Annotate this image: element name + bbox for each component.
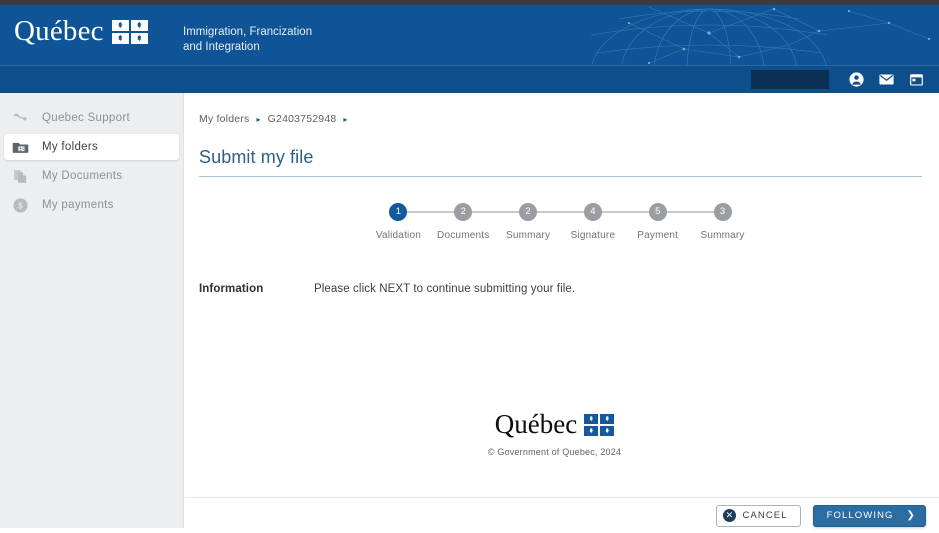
x-circle-icon: ✕ (723, 509, 737, 522)
cancel-button-label: CANCEL (742, 510, 788, 521)
information-row: Information Please click NEXT to continu… (199, 283, 939, 295)
top-navigation-bar (0, 65, 939, 93)
step-number: 5 (648, 203, 667, 221)
header-logo-text: Québec (14, 15, 104, 47)
step-number: 3 (713, 203, 732, 221)
stepper-step-documents[interactable]: 2 Documents (431, 203, 496, 241)
site-header: Québec Immigration, Francization and Int… (0, 5, 939, 65)
mail-icon[interactable] (871, 67, 901, 93)
sidebar-item-label: My payments (42, 199, 114, 211)
breadcrumb-item-file-number[interactable]: G2403752948 (268, 113, 337, 125)
stepper-step-signature[interactable]: 4 Signature (560, 203, 625, 241)
stepper-step-summary-1[interactable]: 2 Summary (496, 203, 561, 241)
information-label: Information (199, 283, 264, 295)
step-number: 2 (454, 203, 473, 221)
sidebar-item-my-documents[interactable]: My Documents (4, 163, 179, 189)
quebec-flag-grid-icon (584, 413, 615, 436)
step-label: Summary (505, 230, 551, 241)
redacted-user-field[interactable] (751, 70, 829, 89)
step-number: 4 (583, 203, 602, 221)
footer-logo-text: Québec (494, 409, 578, 439)
header-tagline-line1: Immigration, Francization (183, 26, 313, 38)
sidebar-item-my-folders[interactable]: My folders (4, 134, 179, 160)
main-content: My folders ▸ G2403752948 ▸ Submit my fil… (185, 93, 939, 497)
step-label: Signature (570, 230, 616, 241)
chevron-right-icon: ▸ (256, 114, 261, 124)
step-label: Payment (637, 230, 679, 241)
breadcrumb-item-my-folders[interactable]: My folders (199, 113, 249, 125)
left-sidebar: Quebec Support My folders My Documents $… (0, 93, 184, 528)
step-number: 2 (519, 203, 538, 221)
following-button-label: FOLLOWING (826, 510, 894, 521)
information-text: Please click NEXT to continue submitting… (314, 283, 576, 295)
chevron-right-icon: ▸ (343, 114, 348, 124)
quebec-flag-grid-icon (111, 19, 148, 44)
progress-stepper: 1 Validation 2 Documents 2 Summary 4 Sig… (199, 203, 922, 259)
dollar-circle-icon: $ (12, 197, 29, 214)
sidebar-item-my-payments[interactable]: $ My payments (4, 192, 179, 218)
sidebar-item-quebec-support[interactable]: Quebec Support (4, 105, 179, 131)
stepper-step-summary-2[interactable]: 3 Summary (690, 203, 755, 241)
page-title: Submit my file (199, 147, 314, 167)
calendar-icon[interactable] (901, 67, 931, 93)
sidebar-item-label: Quebec Support (42, 112, 130, 124)
header-tagline-line2: and Integration (183, 41, 260, 53)
footer-copyright: © Government of Quebec, 2024 (487, 447, 622, 457)
header-tagline: Immigration, Francization and Integratio… (183, 25, 312, 55)
step-label: Summary (700, 230, 745, 241)
svg-text:$: $ (18, 201, 23, 210)
stepper-step-validation[interactable]: 1 Validation (366, 203, 431, 241)
title-divider (199, 176, 922, 177)
support-squiggle-icon (12, 110, 29, 127)
globe-network-graphic (590, 6, 931, 65)
sidebar-item-label: My Documents (42, 170, 123, 182)
sidebar-item-label: My folders (42, 141, 99, 153)
stepper-step-payment[interactable]: 5 Payment (625, 203, 690, 241)
documents-copy-icon (12, 168, 29, 185)
footer-logo-row: Québec (494, 409, 615, 439)
following-button[interactable]: FOLLOWING ❯ (812, 504, 926, 527)
cancel-button[interactable]: ✕ CANCEL (716, 504, 801, 527)
footer-logo: Québec © Government of Quebec, 2024 (185, 409, 924, 458)
application-window: Québec Immigration, Francization and Int… (0, 0, 939, 533)
step-label: Documents (437, 230, 490, 241)
chevron-right-icon: ❯ (906, 510, 916, 521)
step-number: 1 (389, 203, 408, 221)
account-icon[interactable] (841, 67, 871, 93)
step-label: Validation (375, 230, 421, 241)
breadcrumb: My folders ▸ G2403752948 ▸ (199, 113, 939, 125)
folder-contact-icon (12, 139, 29, 156)
action-bar: ✕ CANCEL FOLLOWING ❯ (185, 497, 939, 533)
header-logo[interactable]: Québec (14, 17, 148, 46)
